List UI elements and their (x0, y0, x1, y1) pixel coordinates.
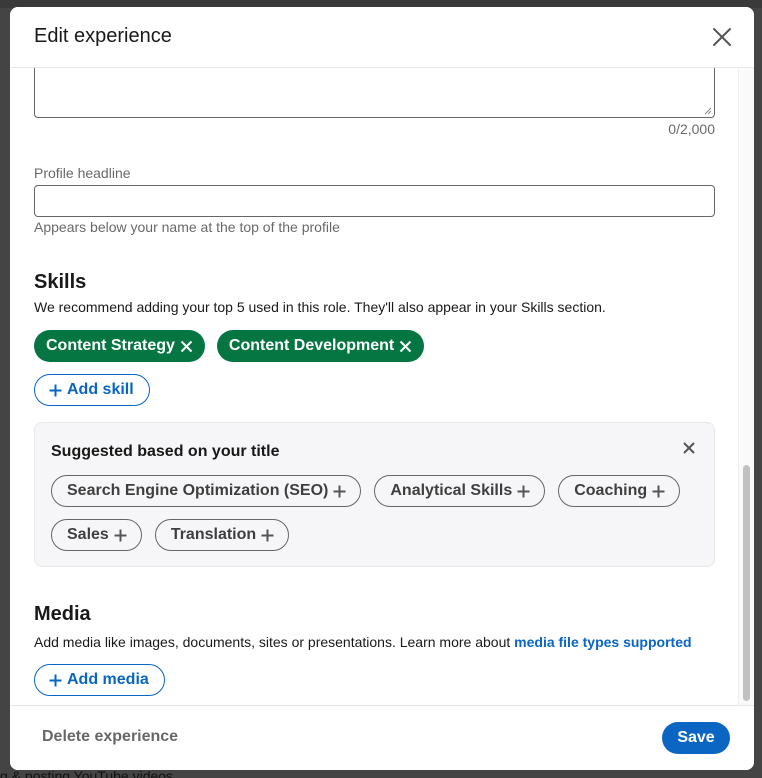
character-count: 0/2,000 (668, 121, 715, 137)
scrollbar-thumb[interactable] (743, 465, 750, 701)
plus-icon (261, 529, 274, 541)
skill-label: Analytical Skills (390, 482, 513, 499)
plus-icon (333, 485, 346, 497)
skill-label: Content Development (228, 337, 395, 354)
delete-experience-button[interactable]: Delete experience (42, 728, 178, 746)
skill-label: Sales (67, 526, 109, 543)
suggested-skill-pill[interactable]: Search Engine Optimization (SEO) (51, 475, 362, 507)
suggested-skill-pill[interactable]: Translation (154, 519, 290, 551)
close-icon (683, 442, 695, 454)
skill-label: Search Engine Optimization (SEO) (67, 482, 329, 499)
selected-skills: Content Strategy Content Development (34, 330, 425, 362)
close-button[interactable] (710, 25, 734, 49)
close-icon (713, 28, 731, 46)
suggested-skill-pill[interactable]: Analytical Skills (374, 475, 546, 507)
selected-skill-pill[interactable]: Content Strategy (34, 330, 205, 362)
media-title: Media (34, 603, 91, 625)
suggested-skills-panel: Suggested based on your title Search Eng… (34, 422, 715, 567)
scrollbar[interactable] (738, 68, 754, 705)
modal-body: 0/2,000 Profile headline Appears below y… (10, 68, 754, 705)
add-media-label: Add media (67, 671, 149, 688)
skill-label: Content Strategy (46, 337, 175, 354)
media-description-text: Add media like images, documents, sites … (34, 634, 515, 650)
skill-label: Translation (170, 526, 257, 543)
headline-input[interactable] (34, 185, 715, 217)
suggested-skills-title: Suggested based on your title (51, 443, 280, 460)
modal-title: Edit experience (34, 25, 172, 47)
dismiss-suggestions-button[interactable] (681, 440, 697, 456)
suggested-skill-pill[interactable]: Sales (51, 519, 142, 551)
skills-description: We recommend adding your top 5 used in t… (34, 299, 606, 315)
remove-icon[interactable] (180, 340, 193, 353)
modal-header: Edit experience (10, 7, 754, 68)
remove-icon[interactable] (399, 340, 412, 353)
media-description: Add media like images, documents, sites … (34, 634, 692, 650)
plus-icon (49, 674, 62, 686)
resize-handle-icon[interactable] (704, 107, 712, 115)
skill-label: Coaching (574, 482, 648, 499)
skills-title: Skills (34, 271, 87, 293)
description-textarea[interactable] (34, 68, 715, 118)
add-skill-label: Add skill (67, 381, 134, 398)
edit-experience-modal: Edit experience 0/2,000 Profile headline… (10, 7, 754, 770)
headline-label: Profile headline (34, 165, 131, 181)
suggested-skills-list: Search Engine Optimization (SEO) Analyti… (51, 475, 691, 551)
selected-skill-pill[interactable]: Content Development (216, 330, 425, 362)
add-media-button[interactable]: Add media (34, 664, 165, 696)
modal-footer: Delete experience Save (10, 705, 754, 770)
headline-hint: Appears below your name at the top of th… (34, 219, 340, 235)
plus-icon (49, 384, 62, 396)
plus-icon (652, 485, 665, 497)
media-file-types-link[interactable]: media file types supported (514, 634, 691, 650)
plus-icon (114, 529, 127, 541)
add-skill-button[interactable]: Add skill (34, 374, 150, 406)
save-button[interactable]: Save (662, 722, 730, 754)
plus-icon (517, 485, 530, 497)
suggested-skill-pill[interactable]: Coaching (558, 475, 681, 507)
